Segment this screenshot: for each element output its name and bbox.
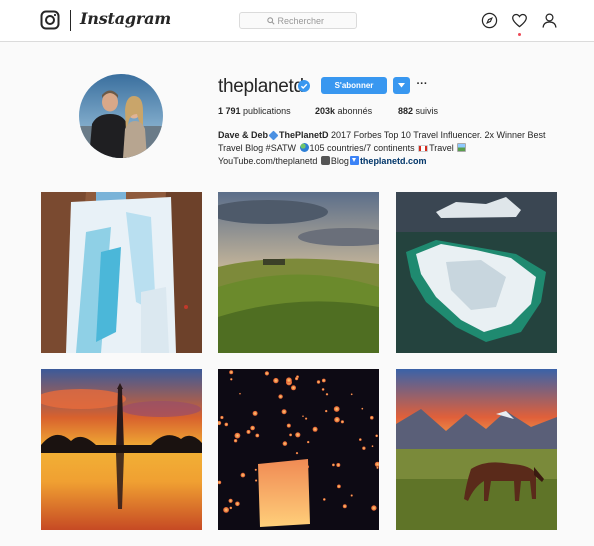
more-options-button[interactable]: ··· (414, 77, 430, 94)
bio-text-4: YouTube.com/theplanetd (218, 156, 320, 166)
post-iceberg-aerial[interactable] (396, 192, 557, 353)
instagram-glyph-icon[interactable] (40, 10, 60, 30)
post-horse-mountain-sunset[interactable] (396, 369, 557, 530)
stat-followers-label: abonnés (337, 106, 373, 116)
notification-dot (518, 33, 521, 36)
stat-following-count: 882 (398, 106, 414, 116)
stat-followers[interactable]: 203k abonnés (315, 106, 372, 116)
bio-text-3: Travel (429, 143, 457, 153)
verified-badge-icon (298, 80, 310, 92)
post-vineyard-hills[interactable] (218, 192, 379, 353)
post-monument-sunset-reflection[interactable] (41, 369, 202, 530)
post-frozen-waterfall[interactable] (41, 192, 202, 353)
stat-posts-label: publications (243, 106, 291, 116)
profile-person-icon[interactable] (541, 12, 558, 29)
activity-heart-icon[interactable] (511, 12, 528, 29)
instagram-wordmark[interactable]: Instagram (80, 9, 171, 28)
profile-avatar (79, 74, 163, 158)
profile-bio: Dave & Deb ThePlanetD 2017 Forbes Top 10 … (218, 129, 563, 168)
camera-icon (320, 156, 330, 165)
bio-name: Dave & Deb (218, 130, 269, 140)
bio-text-5: Blog (330, 156, 349, 166)
stat-following[interactable]: 882 suivis (398, 106, 438, 116)
post-sky-lanterns-night[interactable] (218, 369, 379, 530)
chevron-down-icon (398, 83, 405, 88)
stat-posts-count: 1 791 (218, 106, 241, 116)
bio-text-2: 105 countries/7 continents (309, 143, 418, 153)
nav-divider (70, 10, 71, 31)
search-icon (266, 16, 275, 25)
bio-website-link[interactable]: theplanetd.com (360, 156, 427, 166)
landscape-photo-icon (457, 143, 467, 152)
stat-followers-count: 203k (315, 106, 336, 116)
search-input[interactable] (277, 15, 330, 26)
follow-button[interactable]: S'abonner (321, 77, 387, 94)
stat-following-label: suivis (415, 106, 439, 116)
down-arrow-icon (349, 156, 359, 165)
blue-diamond-icon (268, 130, 279, 141)
bio-name-brand: ThePlanetD (279, 130, 329, 140)
suggestions-dropdown-button[interactable] (393, 77, 410, 94)
globe-icon (299, 143, 309, 152)
canada-flag-icon (418, 145, 429, 152)
profile-username: theplanetd (218, 76, 304, 97)
search-box[interactable] (239, 12, 357, 29)
stat-posts: 1 791 publications (218, 106, 291, 116)
explore-compass-icon[interactable] (481, 12, 498, 29)
top-nav: Instagram (0, 0, 594, 42)
